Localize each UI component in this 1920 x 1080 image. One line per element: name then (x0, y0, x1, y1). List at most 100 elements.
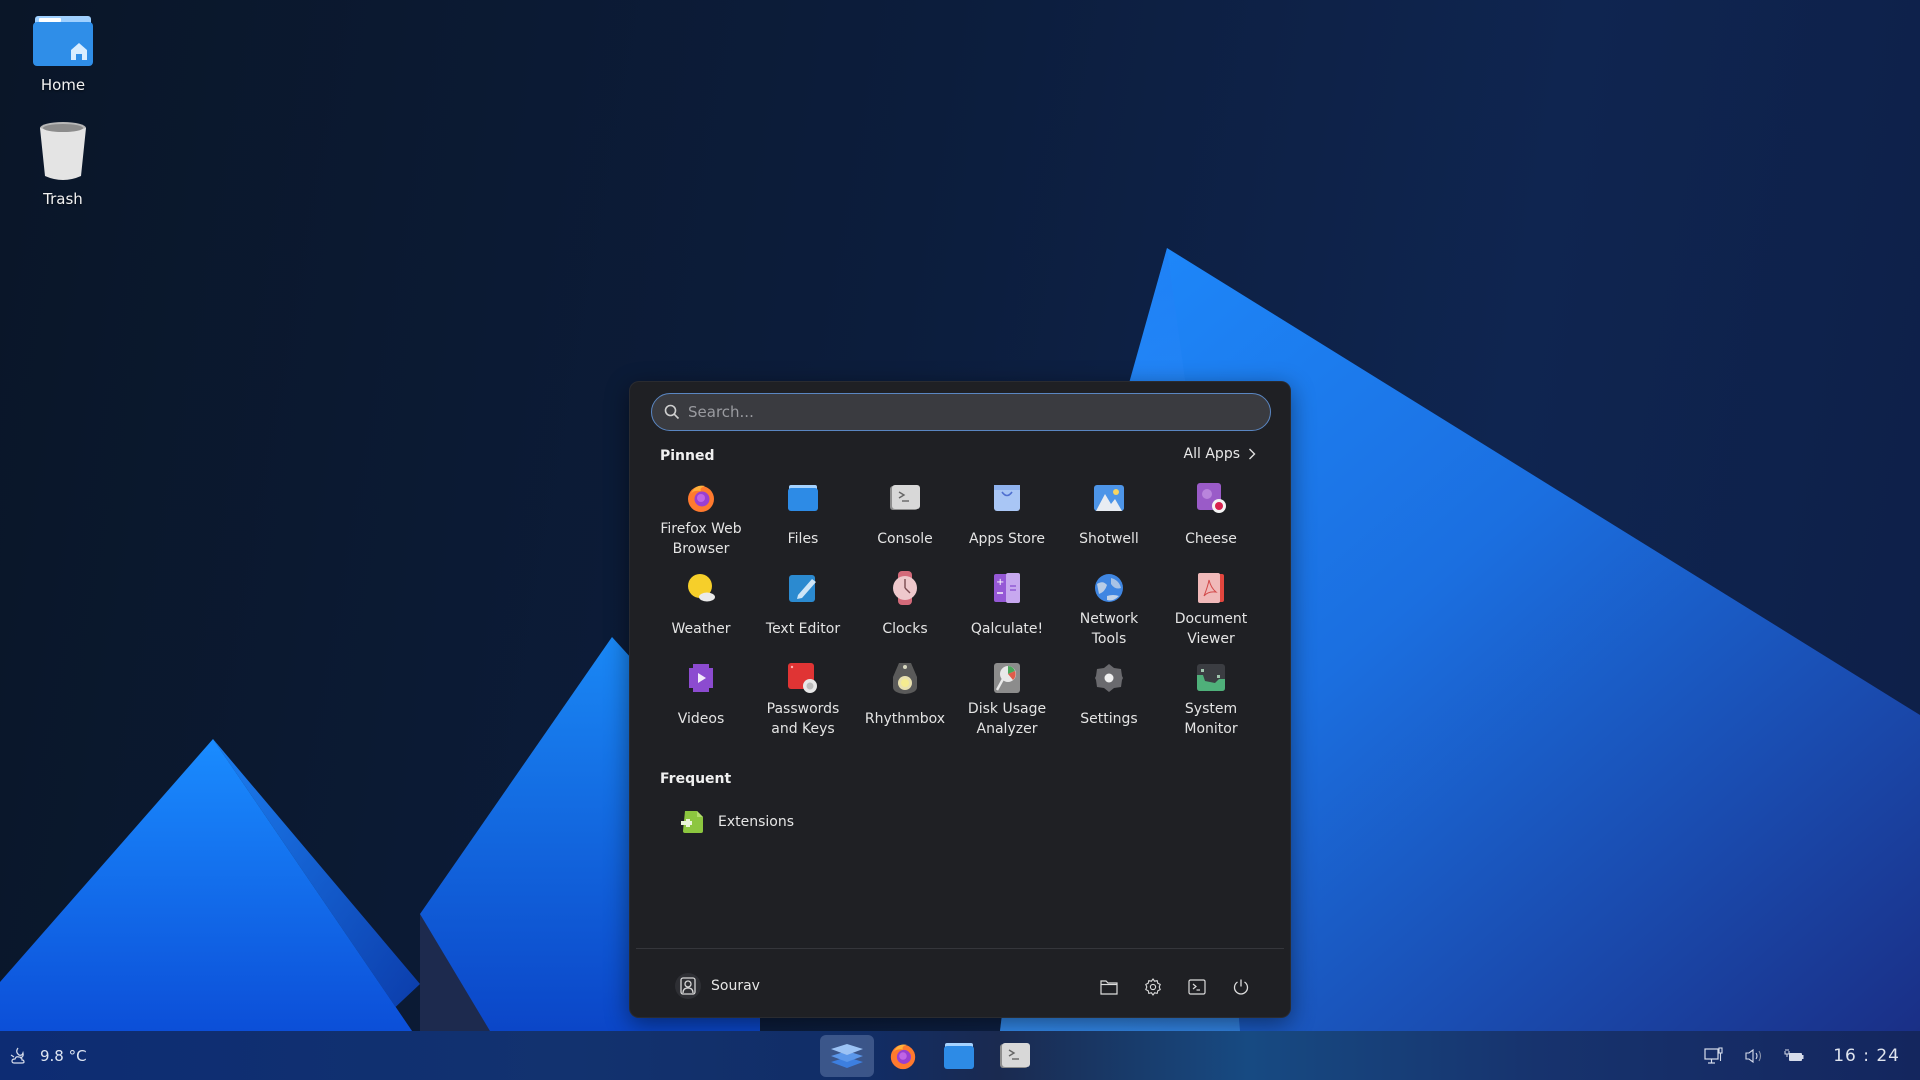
battery-indicator[interactable] (1783, 1045, 1805, 1067)
app-label: Settings (1080, 711, 1138, 727)
app-label: Text Editor (765, 621, 841, 637)
taskbar: 9.8 °C 16: 24 (0, 1031, 1920, 1080)
search-input[interactable] (688, 403, 1248, 421)
app-label: Extensions (718, 814, 795, 830)
pinned-app-weather[interactable]: Weather (650, 567, 752, 655)
night-cloud-icon (10, 1047, 25, 1064)
app-label: Console (877, 531, 933, 547)
pinned-app-files[interactable]: Files (752, 477, 854, 565)
pinned-heading: Pinned (660, 448, 715, 464)
weather-icon (688, 574, 715, 602)
files-icon (944, 1043, 974, 1069)
extensions-icon (681, 811, 703, 833)
cheese-icon (1197, 483, 1226, 513)
document-viewer-icon (1198, 573, 1224, 603)
text-editor-icon (789, 575, 816, 602)
all-apps-button[interactable]: All Apps (1184, 446, 1256, 462)
weather-widget[interactable]: 9.8 °C (10, 1041, 87, 1071)
user-name: Sourav (711, 978, 760, 994)
desktop-icon-trash[interactable]: Trash (8, 120, 118, 208)
pinned-app-network-tools[interactable]: Network Tools (1058, 567, 1160, 655)
app-label: System Monitor (1184, 701, 1238, 737)
pinned-app-clocks[interactable]: Clocks (854, 567, 956, 655)
settings-icon (1095, 664, 1123, 692)
system-tray: 16 : 24 (1703, 1031, 1900, 1080)
avatar (675, 973, 701, 999)
power-button[interactable] (1226, 972, 1256, 1002)
videos-icon (689, 664, 713, 692)
pinned-app-disk-usage-analyzer[interactable]: Disk Usage Analyzer (956, 657, 1058, 745)
frequent-heading: Frequent (660, 771, 732, 787)
footer-divider (636, 948, 1284, 949)
folder-icon (1100, 980, 1118, 995)
volume-icon (1745, 1048, 1762, 1063)
network-tools-icon (1095, 574, 1123, 602)
trash-icon (40, 122, 86, 180)
search-field[interactable] (651, 393, 1271, 431)
clocks-icon (893, 571, 917, 605)
pinned-app-apps-store[interactable]: Apps Store (956, 477, 1058, 565)
firefox-icon (890, 1044, 916, 1070)
firefox-icon (688, 485, 714, 512)
dock-app-firefox[interactable] (876, 1035, 930, 1077)
pinned-app-settings[interactable]: Settings (1058, 657, 1160, 745)
network-wired-icon (1704, 1046, 1723, 1064)
chevron-right-icon (1249, 448, 1256, 460)
pinned-app-videos[interactable]: Videos (650, 657, 752, 745)
terminal-icon (1188, 979, 1206, 995)
pinned-app-shotwell[interactable]: Shotwell (1058, 477, 1160, 565)
frequent-app-extensions[interactable]: Extensions (680, 805, 802, 839)
system-monitor-icon (1197, 664, 1225, 691)
dock-app-console[interactable] (988, 1035, 1042, 1077)
open-terminal-button[interactable] (1182, 972, 1212, 1002)
pinned-app-system-monitor[interactable]: System Monitor (1160, 657, 1262, 745)
pinned-app-passwords-and-keys[interactable]: Passwords and Keys (752, 657, 854, 745)
pinned-app-text-editor[interactable]: Text Editor (752, 567, 854, 655)
volume-indicator[interactable] (1743, 1045, 1765, 1067)
gear-icon (1145, 978, 1161, 996)
network-indicator[interactable] (1703, 1045, 1725, 1067)
launcher-layers-icon (831, 1044, 863, 1068)
app-label: Shotwell (1079, 531, 1139, 547)
app-label: Cheese (1185, 531, 1237, 547)
dock-app-launcher[interactable] (820, 1035, 874, 1077)
desktop-icon-home[interactable]: Home (8, 14, 118, 94)
app-label: Clocks (882, 621, 928, 637)
apps-store-icon (994, 485, 1020, 511)
app-menu: Pinned All Apps Firefox Web Browser File… (629, 381, 1291, 1018)
pinned-app-cheese[interactable]: Cheese (1160, 477, 1262, 565)
app-label: Apps Store (968, 531, 1046, 547)
all-apps-label: All Apps (1183, 446, 1240, 462)
app-label: Document Viewer (1174, 611, 1248, 647)
pinned-app-document-viewer[interactable]: Document Viewer (1160, 567, 1262, 655)
pinned-app-qalculate[interactable]: + Qalculate! (956, 567, 1058, 655)
app-label: Network Tools (1079, 611, 1139, 647)
pinned-app-console[interactable]: Console (854, 477, 956, 565)
home-folder-icon (33, 16, 93, 66)
svg-text:+: + (996, 577, 1004, 588)
app-label: Files (787, 531, 819, 547)
search-icon (664, 404, 680, 420)
open-settings-button[interactable] (1138, 972, 1168, 1002)
open-files-button[interactable] (1094, 972, 1124, 1002)
pinned-app-rhythmbox[interactable]: Rhythmbox (854, 657, 956, 745)
app-label: Rhythmbox (864, 711, 946, 727)
user-account-button[interactable]: Sourav (675, 969, 760, 1003)
app-label: Disk Usage Analyzer (967, 701, 1047, 737)
weather-temperature: 9.8 °C (40, 1047, 87, 1065)
pinned-app-firefox[interactable]: Firefox Web Browser (650, 477, 752, 565)
console-icon (1000, 1043, 1030, 1068)
rhythmbox-icon (893, 663, 917, 694)
power-icon (1233, 979, 1249, 995)
clock[interactable]: 16 : 24 (1833, 1046, 1900, 1066)
app-label: Videos (677, 711, 725, 727)
battery-charging-icon (1784, 1048, 1804, 1061)
desktop-icon-label: Home (40, 76, 86, 94)
dock-app-files[interactable] (932, 1035, 986, 1077)
app-label: Firefox Web Browser (660, 521, 742, 557)
disk-usage-icon (994, 663, 1020, 693)
desktop-icon-label: Trash (43, 190, 83, 208)
app-label: Passwords and Keys (766, 701, 840, 737)
user-icon (680, 977, 696, 995)
shotwell-icon (1094, 485, 1124, 511)
